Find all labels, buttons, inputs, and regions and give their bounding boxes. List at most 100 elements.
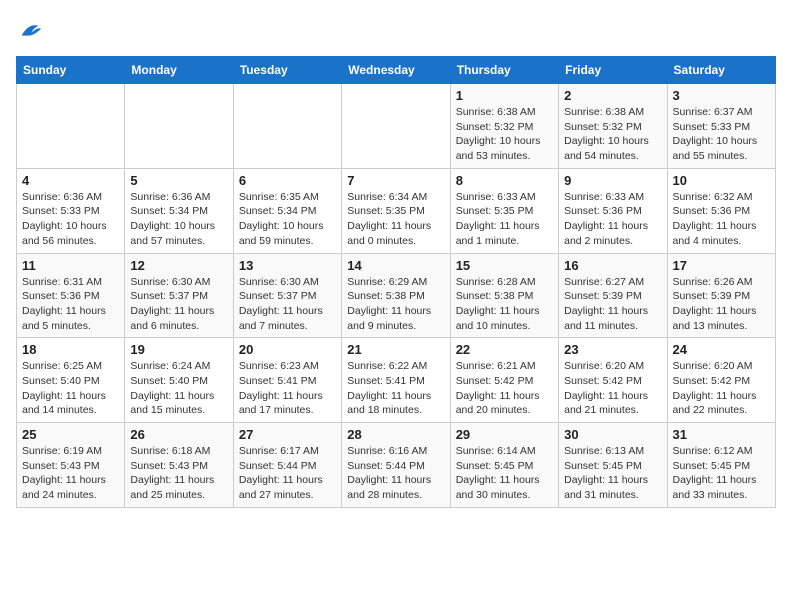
calendar-cell: 1 Sunrise: 6:38 AM Sunset: 5:32 PM Daylig… <box>450 84 558 169</box>
calendar-cell: 31Sunrise: 6:12 AM Sunset: 5:45 PM Dayli… <box>667 423 775 508</box>
day-number: 2 <box>564 88 661 103</box>
calendar-cell: 28 Sunrise: 6:16 AM Sunset: 5:44 PM Dayli… <box>342 423 450 508</box>
day-number: 11 <box>22 258 119 273</box>
day-info: Sunrise: 6:32 AM Sunset: 5:36 PM Dayligh… <box>673 190 770 249</box>
calendar-cell <box>125 84 233 169</box>
calendar-cell: 12 Sunrise: 6:30 AM Sunset: 5:37 PM Dayli… <box>125 253 233 338</box>
day-number: 22 <box>456 342 553 357</box>
day-info: Sunrise: 6:30 AM Sunset: 5:37 PM Dayligh… <box>130 275 227 334</box>
day-number: 10 <box>673 173 770 188</box>
calendar-cell: 17 Sunrise: 6:26 AM Sunset: 5:39 PM Dayli… <box>667 253 775 338</box>
day-number: 25 <box>22 427 119 442</box>
day-info: Sunrise: 6:36 AM Sunset: 5:34 PM Dayligh… <box>130 190 227 249</box>
day-info: Sunrise: 6:17 AM Sunset: 5:44 PM Dayligh… <box>239 444 336 503</box>
calendar-cell: 3 Sunrise: 6:37 AM Sunset: 5:33 PM Daylig… <box>667 84 775 169</box>
day-number: 4 <box>22 173 119 188</box>
day-info: Sunrise: 6:36 AM Sunset: 5:33 PM Dayligh… <box>22 190 119 249</box>
day-header-saturday: Saturday <box>667 57 775 84</box>
day-number: 14 <box>347 258 444 273</box>
calendar-cell <box>17 84 125 169</box>
calendar-week-3: 11 Sunrise: 6:31 AM Sunset: 5:36 PM Dayli… <box>17 253 776 338</box>
day-number: 19 <box>130 342 227 357</box>
day-info: Sunrise: 6:28 AM Sunset: 5:38 PM Dayligh… <box>456 275 553 334</box>
calendar-week-2: 4 Sunrise: 6:36 AM Sunset: 5:33 PM Daylig… <box>17 168 776 253</box>
calendar-cell: 26 Sunrise: 6:18 AM Sunset: 5:43 PM Dayli… <box>125 423 233 508</box>
calendar-cell <box>342 84 450 169</box>
day-info: Sunrise: 6:19 AM Sunset: 5:43 PM Dayligh… <box>22 444 119 503</box>
calendar-cell: 20 Sunrise: 6:23 AM Sunset: 5:41 PM Dayli… <box>233 338 341 423</box>
day-info: Sunrise: 6:13 AM Sunset: 5:45 PM Dayligh… <box>564 444 661 503</box>
calendar-cell: 23 Sunrise: 6:20 AM Sunset: 5:42 PM Dayli… <box>559 338 667 423</box>
day-info: Sunrise: 6:25 AM Sunset: 5:40 PM Dayligh… <box>22 359 119 418</box>
day-header-sunday: Sunday <box>17 57 125 84</box>
calendar-cell: 16Sunrise: 6:27 AM Sunset: 5:39 PM Dayli… <box>559 253 667 338</box>
day-info: Sunrise: 6:20 AM Sunset: 5:42 PM Dayligh… <box>564 359 661 418</box>
calendar-cell: 4 Sunrise: 6:36 AM Sunset: 5:33 PM Daylig… <box>17 168 125 253</box>
calendar-cell <box>233 84 341 169</box>
day-info: Sunrise: 6:22 AM Sunset: 5:41 PM Dayligh… <box>347 359 444 418</box>
day-number: 8 <box>456 173 553 188</box>
day-number: 5 <box>130 173 227 188</box>
day-number: 23 <box>564 342 661 357</box>
page-header <box>16 16 776 44</box>
day-number: 30 <box>564 427 661 442</box>
day-number: 13 <box>239 258 336 273</box>
day-number: 27 <box>239 427 336 442</box>
day-info: Sunrise: 6:23 AM Sunset: 5:41 PM Dayligh… <box>239 359 336 418</box>
day-number: 20 <box>239 342 336 357</box>
calendar-cell: 10 Sunrise: 6:32 AM Sunset: 5:36 PM Dayli… <box>667 168 775 253</box>
day-number: 17 <box>673 258 770 273</box>
day-header-monday: Monday <box>125 57 233 84</box>
day-info: Sunrise: 6:38 AM Sunset: 5:32 PM Dayligh… <box>456 105 553 164</box>
calendar-cell: 24Sunrise: 6:20 AM Sunset: 5:42 PM Dayli… <box>667 338 775 423</box>
day-info: Sunrise: 6:34 AM Sunset: 5:35 PM Dayligh… <box>347 190 444 249</box>
day-header-tuesday: Tuesday <box>233 57 341 84</box>
day-number: 31 <box>673 427 770 442</box>
calendar-cell: 19 Sunrise: 6:24 AM Sunset: 5:40 PM Dayli… <box>125 338 233 423</box>
logo-icon <box>16 16 44 44</box>
day-info: Sunrise: 6:33 AM Sunset: 5:35 PM Dayligh… <box>456 190 553 249</box>
day-info: Sunrise: 6:16 AM Sunset: 5:44 PM Dayligh… <box>347 444 444 503</box>
calendar-cell: 18 Sunrise: 6:25 AM Sunset: 5:40 PM Dayli… <box>17 338 125 423</box>
calendar-cell: 25 Sunrise: 6:19 AM Sunset: 5:43 PM Dayli… <box>17 423 125 508</box>
day-number: 28 <box>347 427 444 442</box>
calendar-cell: 13 Sunrise: 6:30 AM Sunset: 5:37 PM Dayli… <box>233 253 341 338</box>
day-header-friday: Friday <box>559 57 667 84</box>
day-info: Sunrise: 6:18 AM Sunset: 5:43 PM Dayligh… <box>130 444 227 503</box>
day-number: 21 <box>347 342 444 357</box>
day-number: 18 <box>22 342 119 357</box>
day-number: 1 <box>456 88 553 103</box>
calendar-cell: 22Sunrise: 6:21 AM Sunset: 5:42 PM Dayli… <box>450 338 558 423</box>
day-number: 16 <box>564 258 661 273</box>
day-info: Sunrise: 6:33 AM Sunset: 5:36 PM Dayligh… <box>564 190 661 249</box>
calendar-week-1: 1 Sunrise: 6:38 AM Sunset: 5:32 PM Daylig… <box>17 84 776 169</box>
day-number: 12 <box>130 258 227 273</box>
day-info: Sunrise: 6:20 AM Sunset: 5:42 PM Dayligh… <box>673 359 770 418</box>
day-info: Sunrise: 6:35 AM Sunset: 5:34 PM Dayligh… <box>239 190 336 249</box>
day-header-thursday: Thursday <box>450 57 558 84</box>
calendar-cell: 29Sunrise: 6:14 AM Sunset: 5:45 PM Dayli… <box>450 423 558 508</box>
calendar-cell: 11 Sunrise: 6:31 AM Sunset: 5:36 PM Dayli… <box>17 253 125 338</box>
calendar-week-4: 18 Sunrise: 6:25 AM Sunset: 5:40 PM Dayli… <box>17 338 776 423</box>
calendar-cell: 6Sunrise: 6:35 AM Sunset: 5:34 PM Daylig… <box>233 168 341 253</box>
day-info: Sunrise: 6:24 AM Sunset: 5:40 PM Dayligh… <box>130 359 227 418</box>
calendar-cell: 8 Sunrise: 6:33 AM Sunset: 5:35 PM Daylig… <box>450 168 558 253</box>
calendar-cell: 9 Sunrise: 6:33 AM Sunset: 5:36 PM Daylig… <box>559 168 667 253</box>
day-number: 15 <box>456 258 553 273</box>
calendar-cell: 5 Sunrise: 6:36 AM Sunset: 5:34 PM Daylig… <box>125 168 233 253</box>
calendar-week-5: 25 Sunrise: 6:19 AM Sunset: 5:43 PM Dayli… <box>17 423 776 508</box>
day-info: Sunrise: 6:37 AM Sunset: 5:33 PM Dayligh… <box>673 105 770 164</box>
day-info: Sunrise: 6:30 AM Sunset: 5:37 PM Dayligh… <box>239 275 336 334</box>
day-number: 29 <box>456 427 553 442</box>
day-number: 7 <box>347 173 444 188</box>
day-number: 3 <box>673 88 770 103</box>
calendar-cell: 21 Sunrise: 6:22 AM Sunset: 5:41 PM Dayli… <box>342 338 450 423</box>
calendar-cell: 14Sunrise: 6:29 AM Sunset: 5:38 PM Dayli… <box>342 253 450 338</box>
day-number: 26 <box>130 427 227 442</box>
day-info: Sunrise: 6:26 AM Sunset: 5:39 PM Dayligh… <box>673 275 770 334</box>
calendar-cell: 15 Sunrise: 6:28 AM Sunset: 5:38 PM Dayli… <box>450 253 558 338</box>
day-number: 9 <box>564 173 661 188</box>
day-info: Sunrise: 6:31 AM Sunset: 5:36 PM Dayligh… <box>22 275 119 334</box>
calendar-cell: 7 Sunrise: 6:34 AM Sunset: 5:35 PM Daylig… <box>342 168 450 253</box>
calendar-cell: 2Sunrise: 6:38 AM Sunset: 5:32 PM Daylig… <box>559 84 667 169</box>
